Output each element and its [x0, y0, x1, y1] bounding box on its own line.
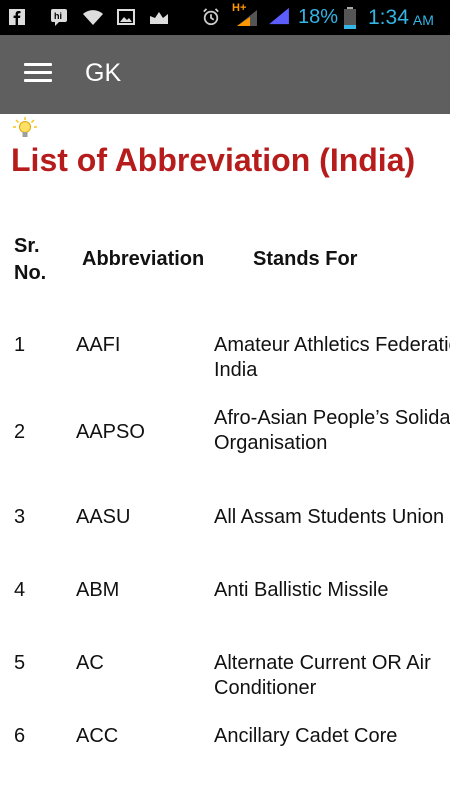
signal-icon — [237, 10, 257, 26]
row-abbreviation: ACC — [76, 725, 119, 747]
row-sr: 1 — [14, 334, 26, 356]
row-abbreviation: AASU — [76, 506, 131, 528]
content-area[interactable]: List of Abbreviation (India) Sr. No. Abb… — [0, 114, 450, 800]
row-stands-for: Ancillary Cadet Core — [214, 725, 398, 747]
alarm-icon — [203, 8, 219, 26]
row-abbreviation: AC — [76, 652, 104, 674]
hike-icon: hi — [51, 9, 67, 26]
clock: 1:34 AM — [368, 0, 434, 35]
row-abbreviation: AAFI — [76, 334, 121, 356]
row-stands-for: Alternate Current OR Air Conditioner — [214, 652, 431, 699]
battery-status: 18% — [298, 0, 338, 35]
row-stands-for: Amateur Athletics Federation of India — [214, 334, 450, 381]
signal-icon-2 — [269, 7, 289, 25]
row-sr: 6 — [14, 725, 26, 747]
status-bar: hi H+ 18% 1:34 AM — [0, 0, 450, 35]
header-stands-for: Stands For — [253, 248, 358, 270]
row-sr: 5 — [14, 652, 26, 674]
wifi-icon — [83, 10, 103, 25]
row-sr: 4 — [14, 579, 26, 601]
row-sr: 3 — [14, 506, 26, 528]
gallery-icon — [117, 9, 135, 25]
battery-icon — [344, 7, 356, 29]
app-title: GK — [85, 59, 122, 87]
app-bar: GK — [0, 35, 450, 114]
clock-time: 1:34 — [368, 5, 409, 29]
facebook-icon — [9, 9, 25, 25]
clock-ampm: AM — [412, 12, 434, 28]
page-title: List of Abbreviation (India) — [11, 142, 416, 178]
battery-percent: 18% — [298, 6, 339, 28]
row-sr: 2 — [14, 421, 26, 443]
lightbulb-icon — [13, 117, 37, 137]
header-abbreviation: Abbreviation — [82, 248, 205, 270]
row-stands-for: Afro-Asian People’s Solidarity Organisat… — [214, 407, 450, 454]
crown-notification-icon — [150, 12, 168, 24]
row-stands-for: Anti Ballistic Missile — [214, 579, 389, 601]
header-sr-no: Sr. No. — [14, 235, 47, 284]
row-abbreviation: AAPSO — [76, 421, 145, 443]
svg-text:hi: hi — [54, 11, 62, 21]
row-stands-for: All Assam Students Union — [214, 506, 445, 528]
menu-icon[interactable] — [24, 63, 54, 85]
row-abbreviation: ABM — [76, 579, 120, 601]
